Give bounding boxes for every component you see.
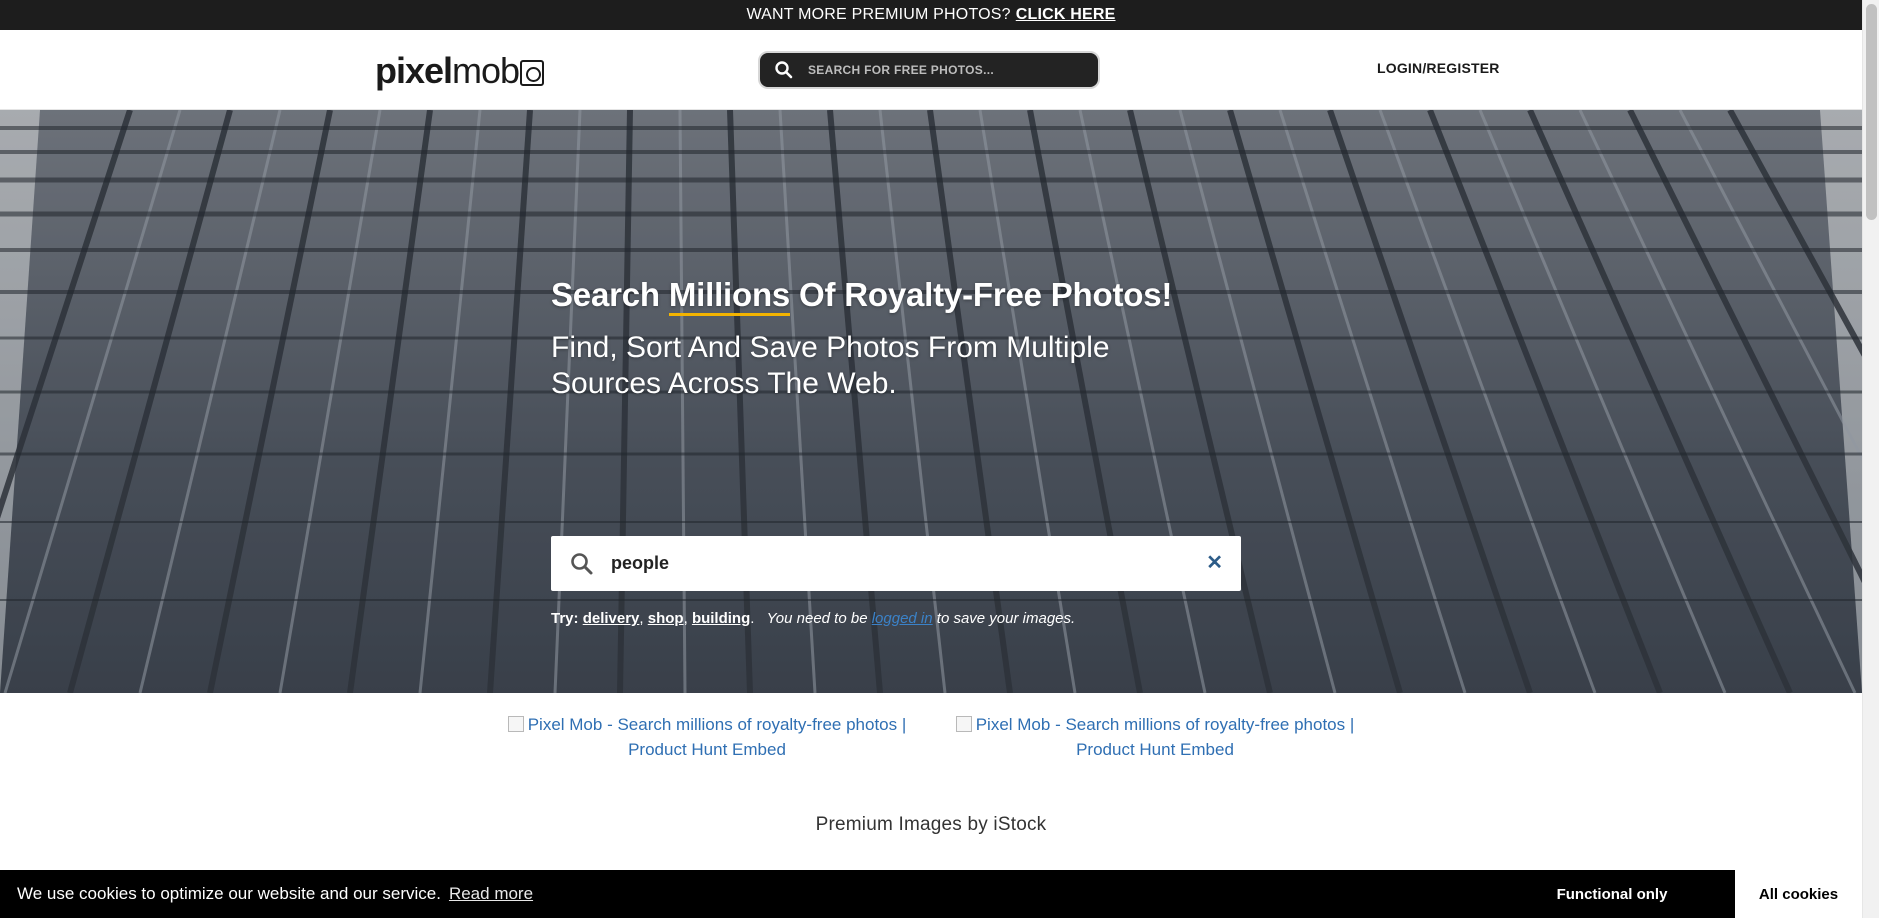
- login-note-link[interactable]: logged in: [872, 610, 933, 627]
- suggestion-shop[interactable]: shop: [648, 610, 684, 627]
- hero-search-input[interactable]: [609, 552, 1169, 575]
- hero-title-highlight: Millions: [668, 276, 790, 316]
- search-hint: Try: delivery, shop, building. You need …: [551, 610, 1076, 627]
- login-note-pre: You need to be: [766, 610, 868, 627]
- premium-images-heading: Premium Images by iStock: [815, 814, 1047, 835]
- product-hunt-embed-1[interactable]: Pixel Mob - Search millions of royalty-f…: [492, 712, 922, 762]
- suggestion-building[interactable]: building: [692, 610, 750, 627]
- hero-title-pre: Search: [551, 276, 660, 313]
- broken-image-icon: [507, 716, 524, 732]
- cookie-message: We use cookies to optimize our website a…: [17, 884, 441, 903]
- logo-text-mob: mob: [452, 50, 520, 91]
- promo-link[interactable]: CLICK HERE: [1016, 6, 1116, 24]
- product-hunt-row: Pixel Mob - Search millions of royalty-f…: [492, 712, 1392, 772]
- header-search-input[interactable]: [806, 62, 1076, 78]
- cookie-banner: We use cookies to optimize our website a…: [0, 870, 1862, 918]
- promo-text: WANT MORE PREMIUM PHOTOS?: [746, 6, 1011, 23]
- product-hunt-embed-1-alt: Pixel Mob - Search millions of royalty-f…: [527, 715, 907, 759]
- suggestion-delivery[interactable]: delivery: [583, 610, 640, 627]
- hero-subtitle: Find, Sort And Save Photos From Multiple…: [551, 331, 1110, 400]
- logo[interactable]: pixel mob: [375, 48, 545, 92]
- cookie-read-more-link[interactable]: Read more: [449, 884, 533, 904]
- header-search-bar[interactable]: [758, 51, 1100, 89]
- hero-content: Search Millions Of Royalty-Free Photos! …: [551, 276, 1251, 627]
- page: WANT MORE PREMIUM PHOTOS? CLICK HERE pix…: [0, 0, 1862, 918]
- search-icon: [774, 60, 794, 80]
- hero-section: Search Millions Of Royalty-Free Photos! …: [0, 110, 1862, 693]
- all-cookies-button[interactable]: All cookies: [1735, 870, 1862, 918]
- scrollbar-thumb[interactable]: [1866, 4, 1877, 220]
- broken-image-icon: [955, 716, 972, 732]
- try-label: Try:: [551, 610, 579, 627]
- hero-title: Search Millions Of Royalty-Free Photos!: [551, 276, 1251, 316]
- login-note: You need to be logged in to save your im…: [767, 610, 1076, 627]
- product-hunt-embed-2[interactable]: Pixel Mob - Search millions of royalty-f…: [940, 712, 1370, 762]
- login-note-post: to save your images.: [936, 610, 1076, 627]
- hero-title-post: Of Royalty-Free Photos!: [799, 276, 1173, 313]
- search-icon: [569, 551, 595, 577]
- functional-cookies-button[interactable]: Functional only: [1507, 870, 1717, 918]
- camera-logo-icon: [520, 60, 545, 86]
- product-hunt-embed-2-alt: Pixel Mob - Search millions of royalty-f…: [975, 715, 1355, 759]
- login-register-link[interactable]: LOGIN/REGISTER: [1377, 60, 1500, 76]
- close-icon[interactable]: ✕: [1206, 552, 1223, 574]
- hero-search-bar[interactable]: ✕: [551, 536, 1241, 591]
- page-scrollbar[interactable]: [1862, 0, 1879, 918]
- logo-text-pixel: pixel: [375, 50, 453, 91]
- promo-bar: WANT MORE PREMIUM PHOTOS? CLICK HERE: [0, 0, 1862, 30]
- site-header: pixel mob LOGIN/REGISTER: [0, 30, 1862, 110]
